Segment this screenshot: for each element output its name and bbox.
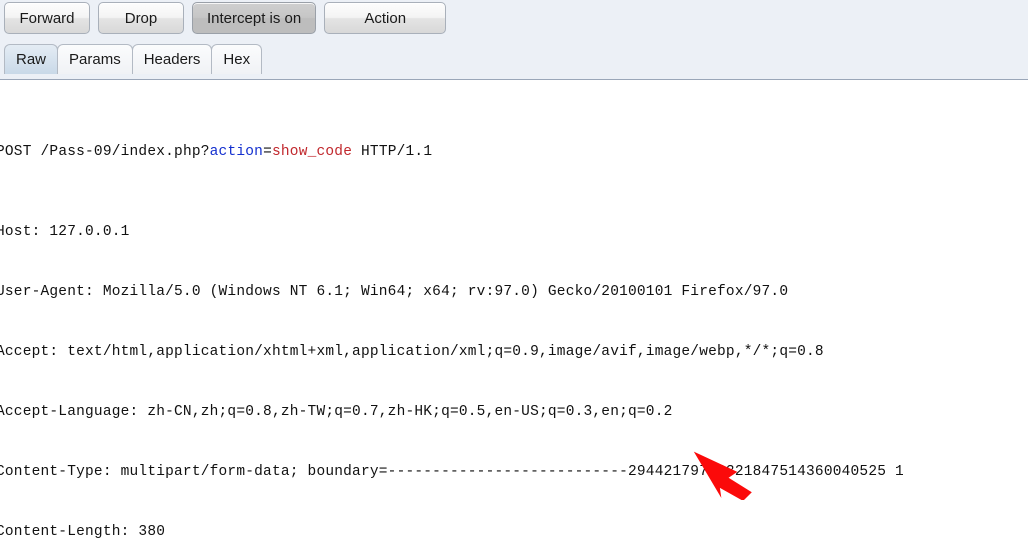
message-tabs: Raw Params Headers Hex <box>4 44 263 74</box>
header-content-length: Content-Length: 380 <box>0 524 166 540</box>
drop-button[interactable]: Drop <box>98 2 184 34</box>
query-key: action <box>209 144 264 160</box>
query-equals: = <box>263 144 272 160</box>
action-button[interactable]: Action <box>324 2 447 34</box>
protocol-version: HTTP/1.1 <box>352 144 433 160</box>
request-line: POST /Pass-09/index.php?action=show_code… <box>0 142 904 162</box>
intercept-toolbar: Forward Drop Intercept is on Action <box>4 2 447 34</box>
header-accept: Accept: text/html,application/xhtml+xml,… <box>0 344 824 360</box>
tab-params[interactable]: Params <box>57 44 133 74</box>
header-host: Host: 127.0.0.1 <box>0 224 130 240</box>
header-user-agent: User-Agent: Mozilla/5.0 (Windows NT 6.1;… <box>0 284 789 300</box>
intercept-toggle-button[interactable]: Intercept is on <box>192 2 317 34</box>
tab-raw[interactable]: Raw <box>4 44 59 74</box>
forward-button[interactable]: Forward <box>4 2 90 34</box>
raw-request-text[interactable]: POST /Pass-09/index.php?action=show_code… <box>0 82 904 543</box>
request-path <box>32 144 41 160</box>
header-content-type: Content-Type: multipart/form-data; bound… <box>0 464 904 480</box>
tab-hex[interactable]: Hex <box>211 44 263 74</box>
toolbar-panel: Forward Drop Intercept is on Action Raw … <box>0 0 1028 82</box>
query-value: show_code <box>271 144 353 160</box>
header-accept-language: Accept-Language: zh-CN,zh;q=0.8,zh-TW;q=… <box>0 404 673 420</box>
request-method-path: POST <box>0 144 32 160</box>
tab-headers[interactable]: Headers <box>131 44 213 74</box>
raw-request-editor[interactable]: POST /Pass-09/index.php?action=show_code… <box>0 80 1028 543</box>
